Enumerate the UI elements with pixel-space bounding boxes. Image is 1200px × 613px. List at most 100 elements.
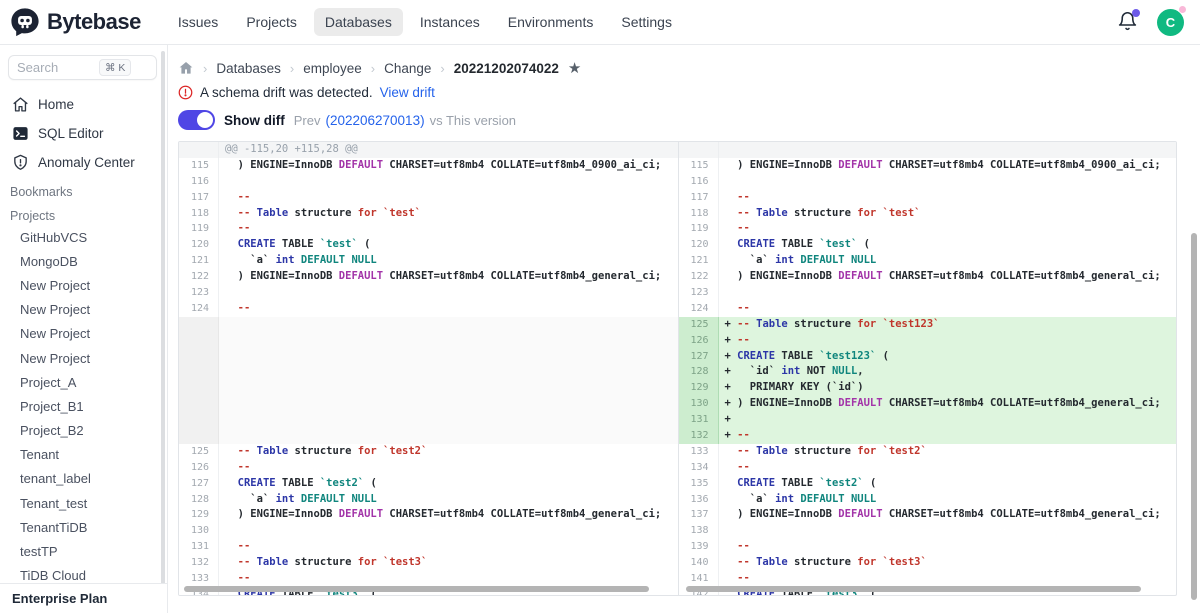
line-number xyxy=(179,396,219,412)
star-icon[interactable]: ★ xyxy=(568,61,581,76)
line-number: 132 xyxy=(679,428,719,444)
diff-line xyxy=(179,317,678,333)
line-number: 128 xyxy=(679,364,719,380)
nav-link-issues[interactable]: Issues xyxy=(167,8,229,36)
sidebar-project-item[interactable]: New Project xyxy=(0,346,167,370)
sidebar-project-item[interactable]: Project_A xyxy=(0,370,167,394)
sidebar-section-bookmarks: Bookmarks xyxy=(0,177,167,201)
diff-line: 118 -- Table structure for `test` xyxy=(179,206,678,222)
line-number: 138 xyxy=(679,523,719,539)
sidebar-project-item[interactable]: testTP xyxy=(0,539,167,563)
search-box[interactable]: ⌘ K xyxy=(8,55,157,80)
bytebase-logo-icon xyxy=(10,7,40,37)
sidebar-project-item[interactable]: New Project xyxy=(0,273,167,297)
line-number: 133 xyxy=(179,571,219,587)
brand-name: Bytebase xyxy=(47,9,141,35)
line-code: ) ENGINE=InnoDB DEFAULT CHARSET=utf8mb4 … xyxy=(719,158,1177,174)
line-code: -- xyxy=(219,571,678,587)
sidebar-item-sql-editor[interactable]: SQL Editor xyxy=(0,119,167,148)
sidebar-scrollbar[interactable] xyxy=(161,51,165,599)
line-code xyxy=(219,523,678,539)
sidebar-project-item[interactable]: Tenant_test xyxy=(0,491,167,515)
breadcrumb-item[interactable]: 20221202074022 xyxy=(454,61,559,76)
sidebar-project-item[interactable]: Tenant xyxy=(0,443,167,467)
diff-line: 141 -- xyxy=(679,571,1177,587)
line-code xyxy=(219,396,678,412)
sidebar-project-item[interactable]: Project_B1 xyxy=(0,394,167,418)
line-code: -- Table structure for `test2` xyxy=(219,444,678,460)
line-code: + ) ENGINE=InnoDB DEFAULT CHARSET=utf8mb… xyxy=(719,396,1177,412)
nav-link-settings[interactable]: Settings xyxy=(610,8,683,36)
breadcrumb-home-icon[interactable] xyxy=(178,60,194,76)
line-code: -- xyxy=(719,539,1177,555)
diff-line: 132 -- Table structure for `test3` xyxy=(179,555,678,571)
breadcrumb-item[interactable]: Databases xyxy=(216,61,281,76)
sql-editor-icon xyxy=(12,125,29,142)
line-code xyxy=(719,174,1177,190)
line-number: 125 xyxy=(179,444,219,460)
bytebase-logo[interactable]: Bytebase xyxy=(10,7,141,37)
line-number: 116 xyxy=(679,174,719,190)
line-code: + -- Table structure for `test123` xyxy=(719,317,1177,333)
diff-line xyxy=(179,364,678,380)
avatar-status-dot xyxy=(1179,6,1186,13)
line-code: -- xyxy=(719,460,1177,476)
line-code: ) ENGINE=InnoDB DEFAULT CHARSET=utf8mb4 … xyxy=(219,158,678,174)
line-number xyxy=(179,380,219,396)
prev-version-link[interactable]: (202206270013) xyxy=(325,113,424,128)
diff-line: 127 CREATE TABLE `test2` ( xyxy=(179,476,678,492)
diff-line: 124 -- xyxy=(179,301,678,317)
notifications-button[interactable] xyxy=(1117,11,1139,33)
breadcrumb-item[interactable]: Change xyxy=(384,61,431,76)
line-code: ) ENGINE=InnoDB DEFAULT CHARSET=utf8mb4 … xyxy=(219,269,678,285)
view-drift-link[interactable]: View drift xyxy=(380,85,435,100)
nav-link-databases[interactable]: Databases xyxy=(314,8,403,36)
nav-link-instances[interactable]: Instances xyxy=(409,8,491,36)
line-code xyxy=(219,285,678,301)
line-code: ) ENGINE=InnoDB DEFAULT CHARSET=utf8mb4 … xyxy=(719,269,1177,285)
sidebar-item-home[interactable]: Home xyxy=(0,90,167,119)
sidebar-item-label: SQL Editor xyxy=(38,126,104,141)
search-input[interactable] xyxy=(17,60,99,75)
project-list: GitHubVCSMongoDBNew ProjectNew ProjectNe… xyxy=(0,225,167,588)
show-diff-toggle[interactable] xyxy=(178,110,215,130)
user-avatar[interactable]: C xyxy=(1157,9,1184,36)
breadcrumb-separator: › xyxy=(440,61,444,76)
line-number: 115 xyxy=(679,158,719,174)
diff-line: 121 `a` int DEFAULT NULL xyxy=(179,253,678,269)
line-code: + `id` int NOT NULL, xyxy=(719,364,1177,380)
line-code: + PRIMARY KEY (`id`) xyxy=(719,380,1177,396)
vs-label: vs This version xyxy=(430,113,516,128)
diff-line: 130 xyxy=(179,523,678,539)
line-code: -- xyxy=(719,301,1177,317)
line-code: -- xyxy=(719,221,1177,237)
sidebar-project-item[interactable]: Project_B2 xyxy=(0,419,167,443)
sidebar-project-item[interactable]: TenantTiDB xyxy=(0,515,167,539)
line-number: 127 xyxy=(179,476,219,492)
main-nav: IssuesProjectsDatabasesInstancesEnvironm… xyxy=(167,8,683,36)
diff-line: 131 -- xyxy=(179,539,678,555)
line-number xyxy=(679,142,719,158)
sidebar-project-item[interactable]: MongoDB xyxy=(0,249,167,273)
nav-link-projects[interactable]: Projects xyxy=(235,8,308,36)
sidebar-project-item[interactable]: tenant_label xyxy=(0,467,167,491)
sidebar-project-item[interactable]: GitHubVCS xyxy=(0,225,167,249)
nav-link-environments[interactable]: Environments xyxy=(497,8,605,36)
line-code: -- Table structure for `test` xyxy=(719,206,1177,222)
sidebar-item-anomaly-center[interactable]: Anomaly Center xyxy=(0,148,167,177)
diff-line: 130+ ) ENGINE=InnoDB DEFAULT CHARSET=utf… xyxy=(679,396,1177,412)
line-code xyxy=(219,380,678,396)
line-code: ) ENGINE=InnoDB DEFAULT CHARSET=utf8mb4 … xyxy=(719,507,1177,523)
line-number: 122 xyxy=(179,269,219,285)
line-number: 121 xyxy=(179,253,219,269)
line-number: 125 xyxy=(679,317,719,333)
page-vertical-scrollbar[interactable] xyxy=(1191,233,1197,600)
right-pane-horizontal-scrollbar[interactable] xyxy=(686,586,1141,592)
line-number: 119 xyxy=(679,221,719,237)
sidebar-project-item[interactable]: New Project xyxy=(0,322,167,346)
breadcrumb-item[interactable]: employee xyxy=(303,61,362,76)
sidebar-project-item[interactable]: New Project xyxy=(0,298,167,322)
diff-line: 128 `a` int DEFAULT NULL xyxy=(179,492,678,508)
left-pane-horizontal-scrollbar[interactable] xyxy=(184,586,649,592)
line-code xyxy=(719,285,1177,301)
